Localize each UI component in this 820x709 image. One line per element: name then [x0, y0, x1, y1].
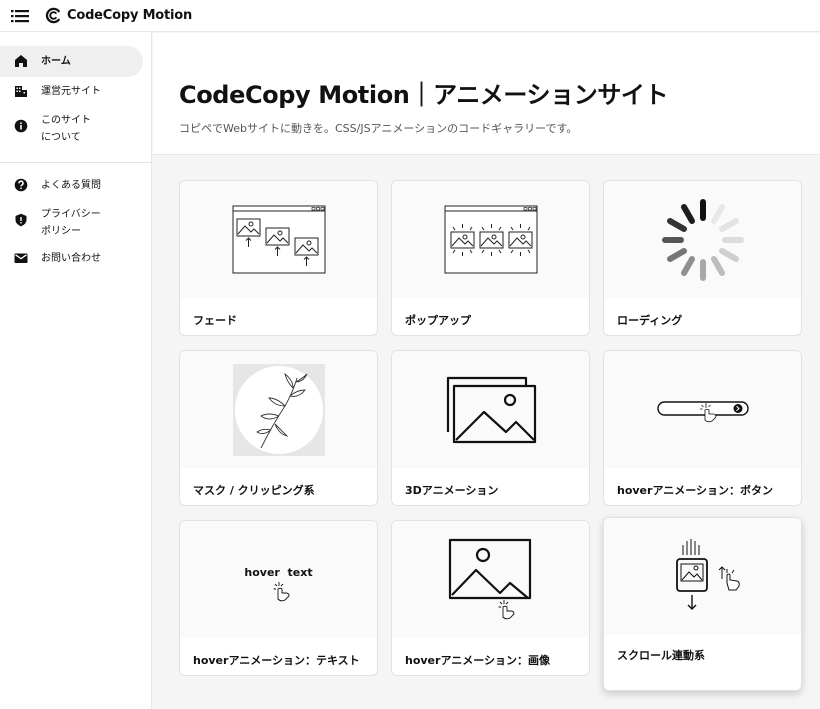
fade-thumbnail — [232, 205, 325, 273]
sidebar-item-home[interactable]: ホーム — [0, 46, 143, 77]
card-fade[interactable]: フェード — [179, 180, 378, 336]
page-subtitle: コピペでWebサイトに動きを。CSS/JSアニメーションのコードギャラリーです。 — [179, 122, 578, 135]
hover-text-thumbnail: hover text — [244, 566, 313, 579]
thumbnail: hover text — [180, 521, 377, 638]
card-title: フェード — [193, 314, 237, 327]
sidebar-item-label: よくある質問 — [41, 180, 101, 191]
sidebar-item-operator-site[interactable]: 運営元サイト — [0, 77, 143, 106]
sidebar-item-label: プライバシー ポリシー — [41, 209, 101, 237]
page-title: CodeCopy Motion｜アニメーションサイト — [179, 81, 669, 109]
pointer-hand-icon — [273, 582, 289, 602]
logo-text: CodeCopy Motion — [67, 8, 193, 23]
thumbnail — [392, 181, 589, 298]
top-bar: CodeCopy Motion — [0, 0, 820, 32]
card-title: マスク / クリッピング系 — [193, 484, 315, 497]
sidebar-item-label: 運営元サイト — [41, 86, 101, 97]
sidebar-item-label: このサイト について — [41, 115, 91, 143]
card-title: hoverアニメーション：テキスト — [193, 654, 360, 667]
sidebar-item-contact[interactable]: お問い合わせ — [0, 246, 143, 273]
site-logo[interactable]: CodeCopy Motion — [44, 6, 192, 25]
card-title: 3Dアニメーション — [405, 484, 499, 497]
card-title: hoverアニメーション：ボタン — [617, 484, 774, 497]
scroll-thumbnail — [675, 538, 740, 610]
sidebar-divider — [0, 162, 151, 163]
hover-image-thumbnail — [448, 538, 531, 619]
card-title: ローディング — [617, 314, 683, 327]
card-popup[interactable]: ポップアップ — [391, 180, 590, 336]
mask-clipping-thumbnail — [232, 363, 325, 456]
card-hover-image[interactable]: hoverアニメーション：画像 — [391, 520, 590, 676]
card-title: スクロール連動系 — [617, 649, 705, 662]
card-hover-button[interactable]: hoverアニメーション：ボタン — [603, 350, 802, 506]
3d-animation-thumbnail — [446, 376, 536, 443]
hover-button-thumbnail — [656, 400, 749, 422]
sidebar-item-label: ホーム — [41, 56, 71, 67]
card-title: ポップアップ — [405, 314, 471, 327]
card-loading[interactable]: ローディング — [603, 180, 802, 336]
loading-spinner-thumbnail — [661, 198, 744, 281]
mail-icon — [14, 253, 28, 263]
card-3d-animation[interactable]: 3Dアニメーション — [391, 350, 590, 506]
card-mask-clipping[interactable]: マスク / クリッピング系 — [179, 350, 378, 506]
info-icon — [14, 119, 28, 133]
menu-icon[interactable] — [6, 2, 34, 30]
sidebar-item-privacy[interactable]: プライバシー ポリシー — [0, 200, 143, 246]
sidebar: ホーム 運営元サイト このサイト について よくある質問 プライバシー ポリシー… — [0, 32, 152, 709]
thumbnail — [180, 181, 377, 298]
card-title: hoverアニメーション：画像 — [405, 654, 551, 667]
thumbnail — [604, 351, 801, 468]
question-icon — [14, 178, 28, 192]
thumbnail — [392, 351, 589, 468]
hero-section: CodeCopy Motion｜アニメーションサイト コピペでWebサイトに動き… — [153, 33, 820, 155]
card-scroll[interactable]: スクロール連動系 — [603, 517, 802, 691]
shield-icon — [15, 213, 27, 227]
sidebar-item-faq[interactable]: よくある質問 — [0, 173, 143, 200]
logo-icon — [45, 7, 60, 24]
popup-thumbnail — [444, 205, 537, 273]
building-icon — [15, 86, 27, 97]
card-hover-text[interactable]: hover text hoverアニメーション：テキスト — [179, 520, 378, 676]
sidebar-item-about[interactable]: このサイト について — [0, 106, 143, 152]
sidebar-item-label: お問い合わせ — [41, 253, 101, 264]
thumbnail — [604, 518, 801, 635]
thumbnail — [180, 351, 377, 468]
home-icon — [15, 55, 27, 67]
thumbnail — [392, 521, 589, 638]
thumbnail — [604, 181, 801, 298]
